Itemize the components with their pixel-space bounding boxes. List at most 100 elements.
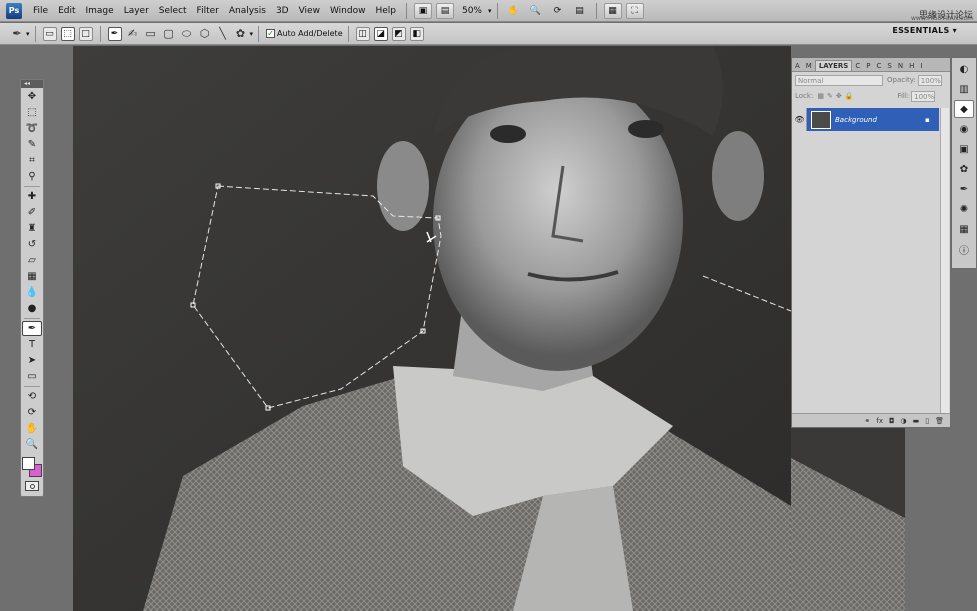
paths-icon[interactable]: ✒ [954,180,974,198]
quick-mask-button[interactable] [25,481,39,491]
rectangle-shape-button[interactable]: ▭ [144,27,158,41]
dodge-icon[interactable]: ● [22,301,42,316]
shape-icon[interactable]: ▭ [22,369,42,384]
healing-brush-icon[interactable]: ✚ [22,189,42,204]
menu-file[interactable]: File [28,0,53,22]
history-brush-icon[interactable]: ↺ [22,237,42,252]
quick-selection-icon[interactable]: ✎ [22,137,42,152]
document-canvas[interactable] [73,46,791,611]
menu-window[interactable]: Window [325,0,371,22]
lock-pixels-icon[interactable]: ✎ [827,92,833,100]
menu-view[interactable]: View [294,0,325,22]
add-to-path-button[interactable]: ◫ [355,26,370,41]
layer-row-background[interactable]: 👁 Background ▪ [793,108,939,131]
shape-layers-mode-button[interactable]: ▭ [42,26,57,41]
eyedropper-icon[interactable]: ⚲ [22,169,42,184]
styles-icon[interactable]: ✿ [954,160,974,178]
3d-rotate-icon[interactable]: ⟲ [22,389,42,404]
menu-edit[interactable]: Edit [53,0,80,22]
menu-image[interactable]: Image [81,0,119,22]
brush-presets-icon[interactable]: ✺ [954,200,974,218]
tab-history[interactable]: H [906,61,917,71]
lasso-icon[interactable]: ➰ [22,121,42,136]
menu-select[interactable]: Select [154,0,192,22]
pen-tool-preset-picker[interactable]: ✒ [10,27,24,41]
3d-orbit-icon[interactable]: ⟳ [22,405,42,420]
document-canvas-lower[interactable] [791,428,905,611]
marquee-icon[interactable]: ⬚ [22,105,42,120]
rounded-rectangle-shape-button[interactable]: ▢ [162,27,176,41]
blend-mode-select[interactable]: Normal [795,74,883,86]
new-group-icon[interactable]: ▬ [913,417,920,425]
tab-animation[interactable]: A [792,61,803,71]
swatches-icon[interactable]: ▦ [954,220,974,238]
exclude-path-button[interactable]: ◧ [409,26,424,41]
tab-paths[interactable]: P [863,61,873,71]
pen-mode-button[interactable]: ✒ [107,26,122,41]
lock-position-icon[interactable]: ✥ [836,92,842,100]
link-layers-icon[interactable]: ⚭ [864,417,870,425]
tools-panel-header[interactable]: ◂◂ [21,80,43,88]
freeform-pen-button[interactable]: ✍ [126,27,140,41]
hand-tool-button[interactable]: ✋ [505,3,523,19]
menu-analysis[interactable]: Analysis [224,0,271,22]
tab-info[interactable]: I [917,61,925,71]
layer-style-icon[interactable]: fx [876,417,883,425]
path-selection-icon[interactable]: ➤ [22,353,42,368]
zoom-tool-button[interactable]: 🔍 [527,3,545,19]
arrange-documents-button[interactable]: ▦ [603,2,622,19]
pen-icon[interactable]: ✒ [22,321,42,336]
hand-icon[interactable]: ✋ [22,421,42,436]
tab-clone-source[interactable]: C [873,61,884,71]
subtract-from-path-button[interactable]: ◪ [373,26,388,41]
type-icon[interactable]: T [22,337,42,352]
auto-add-delete-checkbox[interactable]: ✓ Auto Add/Delete [266,29,343,38]
eraser-icon[interactable]: ▱ [22,253,42,268]
launch-bridge-button[interactable]: ▣ [413,2,432,19]
workspace-switcher[interactable]: ESSENTIALS ▾ [892,26,957,35]
delete-layer-icon[interactable]: 🗑 [935,417,944,425]
lock-transparency-icon[interactable]: ▦ [817,92,824,100]
opacity-field[interactable]: 100% [917,74,942,86]
layers-icon[interactable]: ◆ [954,100,974,118]
adjustment-layer-icon[interactable]: ◑ [901,417,907,425]
custom-shape-button[interactable]: ✿ [234,27,248,41]
menu-3d[interactable]: 3D [271,0,294,22]
eye-icon[interactable]: 👁 [793,108,807,131]
ruler-button[interactable]: ▤ [571,3,589,19]
info-icon[interactable]: ⓘ [954,240,974,258]
tab-layers[interactable]: LAYERS [814,60,853,71]
tab-notes[interactable]: N [895,61,906,71]
brush-icon[interactable]: ✐ [22,205,42,220]
rotate-view-button[interactable]: ⟳ [549,3,567,19]
histogram-icon[interactable]: ▥ [954,80,974,98]
foreground-color-swatch[interactable] [22,457,35,470]
tab-channels[interactable]: C [852,61,863,71]
menu-filter[interactable]: Filter [192,0,224,22]
zoom-level-select[interactable]: 50% [456,6,488,16]
lock-all-icon[interactable]: 🔒 [845,92,854,100]
line-shape-button[interactable]: ╲ [216,27,230,41]
polygon-shape-button[interactable]: ⬡ [198,27,212,41]
menu-layer[interactable]: Layer [119,0,154,22]
move-icon[interactable]: ✥ [22,89,42,104]
paths-mode-button[interactable]: ⬚ [60,26,75,41]
menu-help[interactable]: Help [370,0,401,22]
navigator-icon[interactable]: ◐ [954,60,974,78]
fill-field[interactable]: 100% [911,90,936,102]
fill-pixels-mode-button[interactable]: □ [78,26,93,41]
new-layer-icon[interactable]: ▯ [925,417,929,425]
tab-measurement[interactable]: M [803,61,815,71]
clone-stamp-icon[interactable]: ♜ [22,221,42,236]
screen-mode-button[interactable]: ⛶ [625,2,644,19]
zoom-icon[interactable]: 🔍 [22,437,42,452]
adjustments-icon[interactable]: ◉ [954,120,974,138]
blur-icon[interactable]: 💧 [22,285,42,300]
ellipse-shape-button[interactable]: ⬭ [180,27,194,41]
view-extras-button[interactable]: ▤ [435,2,454,19]
add-mask-icon[interactable]: ◘ [889,417,895,425]
intersect-path-button[interactable]: ◩ [391,26,406,41]
gradient-icon[interactable]: ▦ [22,269,42,284]
crop-icon[interactable]: ⌗ [22,153,42,168]
tab-styles[interactable]: S [884,61,894,71]
